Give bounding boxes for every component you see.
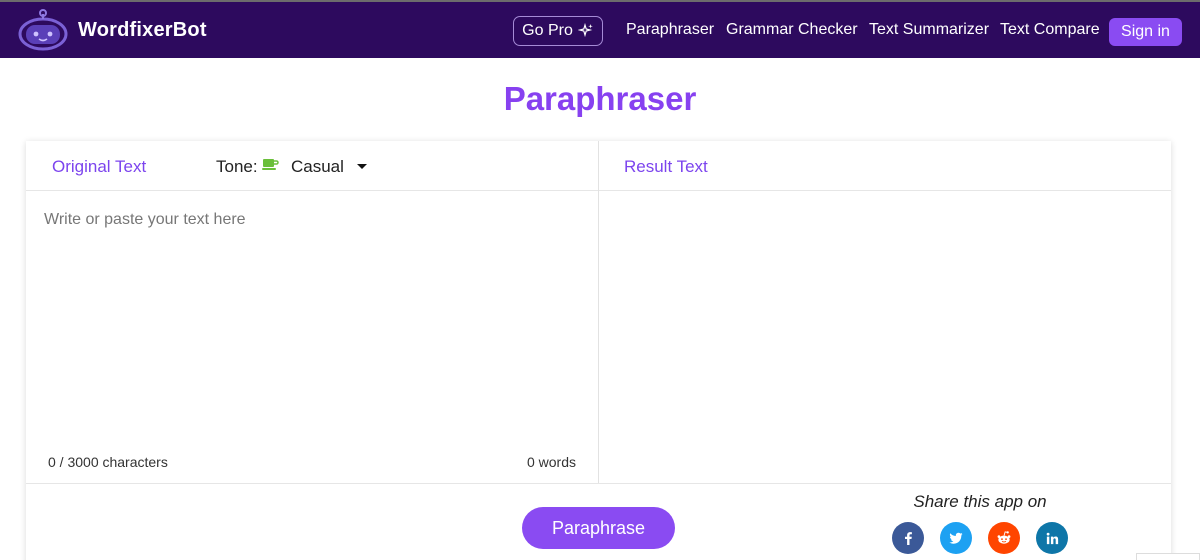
original-text-label: Original Text: [52, 157, 147, 176]
word-count: 0 words: [526, 454, 576, 470]
chevron-down-icon[interactable]: [357, 164, 367, 169]
top-navbar: WordfixerBot Go Pro Paraphraser Grammar …: [0, 0, 1200, 58]
tone-select[interactable]: Casual: [291, 157, 344, 177]
nav-paraphraser[interactable]: Paraphraser: [626, 21, 714, 39]
sparkle-icon: [577, 23, 593, 38]
nav-text-compare[interactable]: Text Compare: [1000, 21, 1100, 39]
character-count: 0 / 3000 characters: [48, 454, 168, 470]
twitter-icon[interactable]: [940, 522, 972, 554]
share-title: Share this app on: [913, 492, 1047, 511]
footer-divider: [26, 483, 1171, 484]
linkedin-icon[interactable]: [1036, 522, 1068, 554]
original-text-input[interactable]: [38, 203, 586, 443]
robot-logo-icon: [18, 9, 68, 51]
go-pro-label: Go Pro: [522, 22, 573, 39]
paraphrase-button[interactable]: Paraphrase: [522, 507, 675, 549]
tone-label: Tone:: [216, 157, 258, 176]
page-title: Paraphraser: [503, 80, 697, 117]
nav-grammar-checker[interactable]: Grammar Checker: [726, 21, 858, 39]
go-pro-button[interactable]: Go Pro: [513, 16, 603, 46]
nav-text-summarizer[interactable]: Text Summarizer: [869, 21, 989, 39]
brand[interactable]: WordfixerBot: [16, 8, 207, 52]
paraphraser-panel: Original Text Tone: Casual Result Text 0…: [26, 141, 1171, 560]
column-divider: [598, 141, 599, 483]
sign-in-button[interactable]: Sign in: [1109, 18, 1182, 46]
result-text-label: Result Text: [624, 157, 708, 176]
facebook-icon[interactable]: [892, 522, 924, 554]
brand-name: WordfixerBot: [78, 18, 207, 41]
coffee-cup-icon[interactable]: [261, 157, 279, 173]
share-icons: [892, 522, 1068, 554]
reddit-icon[interactable]: [988, 522, 1020, 554]
corner-widget: [1136, 553, 1200, 560]
